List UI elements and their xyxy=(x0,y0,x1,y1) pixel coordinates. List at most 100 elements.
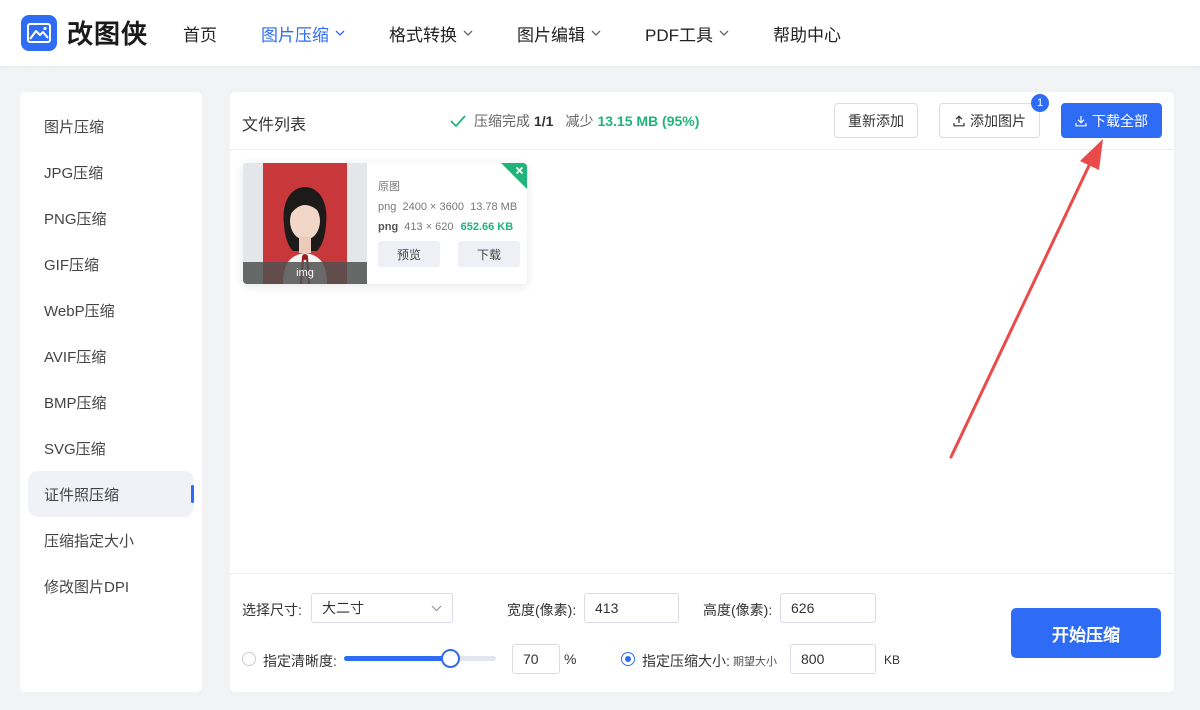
preview-button[interactable]: 预览 xyxy=(378,241,440,267)
height-input[interactable]: 626 xyxy=(780,593,876,623)
sidebar-item-label: 证件照压缩 xyxy=(44,486,120,504)
compress-status: 压缩完成 1/1 减少 13.15 MB (95%) xyxy=(450,111,699,131)
sidebar-item-image-compress[interactable]: 图片压缩 xyxy=(28,103,194,149)
nav-item-image-compress[interactable]: 图片压缩 xyxy=(261,21,345,46)
saved-label: 减少 xyxy=(565,113,594,129)
original-dimensions: 2400 × 3600 xyxy=(402,201,464,213)
height-value: 626 xyxy=(791,600,815,616)
new-format: png xyxy=(378,221,399,233)
sidebar-item-label: 修改图片DPI xyxy=(44,578,130,596)
sidebar-item-label: GIF压缩 xyxy=(44,256,99,274)
sidebar-item-compress-to-size[interactable]: 压缩指定大小 xyxy=(28,517,194,563)
app-name: 改图侠 xyxy=(67,19,149,49)
file-list-header: 文件列表 压缩完成 1/1 减少 13.15 MB (95%) 重新添加 添加图… xyxy=(230,92,1174,150)
size-select[interactable]: 大二寸 xyxy=(311,593,453,623)
nav-item-home[interactable]: 首页 xyxy=(183,21,217,46)
sidebar-item-label: BMP压缩 xyxy=(44,394,107,412)
chevron-down-icon xyxy=(463,30,473,36)
size-select-value: 大二寸 xyxy=(322,600,364,616)
top-navbar: 改图侠 首页 图片压缩 格式转换 图片编辑 PDF工具 帮助中心 xyxy=(0,0,1200,66)
width-value: 413 xyxy=(595,600,619,616)
thumbnail-caption: img xyxy=(243,262,367,284)
clarity-value: 70 xyxy=(523,651,539,667)
download-all-label: 下载全部 xyxy=(1092,112,1148,129)
sidebar-item-avif-compress[interactable]: AVIF压缩 xyxy=(28,333,194,379)
new-info-row: png 413 × 620 652.66 KB xyxy=(378,220,517,234)
app-logo[interactable]: 改图侠 xyxy=(21,14,148,51)
chevron-down-icon xyxy=(719,30,729,36)
readd-button[interactable]: 重新添加 xyxy=(834,103,918,138)
slider-handle[interactable] xyxy=(441,649,461,668)
slider-fill xyxy=(344,656,451,661)
sidebar-item-bmp-compress[interactable]: BMP压缩 xyxy=(28,379,194,425)
sidebar-item-gif-compress[interactable]: GIF压缩 xyxy=(28,241,194,287)
file-meta: 原图 png 2400 × 3600 13.78 MB png 413 × 62… xyxy=(378,180,517,240)
width-input[interactable]: 413 xyxy=(584,593,679,623)
new-size: 652.66 KB xyxy=(460,221,514,233)
height-label: 高度(像素): xyxy=(703,602,773,618)
readd-label: 重新添加 xyxy=(848,112,904,129)
clarity-unit: % xyxy=(564,651,577,667)
file-list-title: 文件列表 xyxy=(242,117,307,134)
nav-item-label: 图片编辑 xyxy=(517,25,585,45)
target-size-unit: KB xyxy=(884,653,901,667)
new-dimensions: 413 × 620 xyxy=(404,221,454,233)
sidebar: 图片压缩 JPG压缩 PNG压缩 GIF压缩 WebP压缩 AVIF压缩 BMP… xyxy=(20,92,202,692)
nav-item-format-convert[interactable]: 格式转换 xyxy=(389,21,473,46)
original-info-row: png 2400 × 3600 13.78 MB xyxy=(378,200,517,214)
status-count: 1/1 xyxy=(534,113,554,129)
target-size-label: 指定压缩大小: xyxy=(642,653,730,669)
original-size: 13.78 MB xyxy=(470,201,518,213)
sidebar-item-svg-compress[interactable]: SVG压缩 xyxy=(28,425,194,471)
active-marker xyxy=(191,485,194,503)
nav-item-help[interactable]: 帮助中心 xyxy=(773,21,841,46)
nav-item-label: 首页 xyxy=(183,25,217,45)
clarity-input[interactable]: 70 xyxy=(512,644,560,674)
start-compress-button[interactable]: 开始压缩 xyxy=(1011,608,1161,658)
clarity-slider[interactable] xyxy=(344,649,496,668)
preview-label: 预览 xyxy=(396,247,421,262)
saved-value: 13.15 MB (95%) xyxy=(597,113,700,129)
sidebar-item-png-compress[interactable]: PNG压缩 xyxy=(28,195,194,241)
sidebar-item-label: JPG压缩 xyxy=(44,164,104,182)
nav-item-label: 格式转换 xyxy=(389,25,457,45)
target-size-input[interactable]: 800 xyxy=(790,644,876,674)
nav-item-label: 图片压缩 xyxy=(261,25,329,45)
target-size-hint: 期望大小 xyxy=(733,656,777,668)
add-image-label: 添加图片 xyxy=(970,112,1026,129)
file-panel: 文件列表 压缩完成 1/1 减少 13.15 MB (95%) 重新添加 添加图… xyxy=(230,92,1174,692)
nav-item-label: PDF工具 xyxy=(645,25,713,45)
sidebar-item-label: WebP压缩 xyxy=(44,302,115,320)
check-icon xyxy=(450,115,466,127)
compress-settings: 选择尺寸: 大二寸 宽度(像素): 413 高度(像素): 626 指定清晰度:… xyxy=(230,573,1174,692)
width-label: 宽度(像素): xyxy=(507,602,577,618)
sidebar-item-label: 压缩指定大小 xyxy=(44,532,135,550)
download-label: 下载 xyxy=(476,247,501,262)
download-all-button[interactable]: 下载全部 xyxy=(1061,103,1162,138)
original-label: 原图 xyxy=(378,181,400,193)
download-icon xyxy=(1075,115,1087,126)
sidebar-item-label: 图片压缩 xyxy=(44,118,105,136)
file-card: img 原图 png 2400 × 3600 13.78 MB png 413 … xyxy=(243,163,527,284)
add-image-button[interactable]: 添加图片 xyxy=(939,103,1040,138)
sidebar-item-change-dpi[interactable]: 修改图片DPI xyxy=(28,563,194,609)
sidebar-item-webp-compress[interactable]: WebP压缩 xyxy=(28,287,194,333)
original-format: png xyxy=(378,201,397,213)
download-button[interactable]: 下载 xyxy=(458,241,520,267)
nav-item-image-edit[interactable]: 图片编辑 xyxy=(517,21,601,46)
nav-item-label: 帮助中心 xyxy=(773,25,841,45)
original-label-row: 原图 xyxy=(378,180,517,194)
sidebar-item-jpg-compress[interactable]: JPG压缩 xyxy=(28,149,194,195)
sidebar-item-id-photo-compress[interactable]: 证件照压缩 xyxy=(28,471,194,517)
chevron-down-icon xyxy=(431,605,442,612)
upload-icon xyxy=(953,114,965,126)
image-thumbnail[interactable]: img xyxy=(243,163,367,284)
sidebar-item-label: PNG压缩 xyxy=(44,210,107,228)
start-compress-label: 开始压缩 xyxy=(1052,625,1120,645)
status-label: 压缩完成 xyxy=(474,113,530,129)
file-count-badge: 1 xyxy=(1031,94,1049,112)
target-size-value: 800 xyxy=(801,651,825,667)
target-size-radio[interactable] xyxy=(621,652,635,666)
clarity-radio[interactable] xyxy=(242,652,256,666)
nav-item-pdf-tools[interactable]: PDF工具 xyxy=(645,21,729,46)
